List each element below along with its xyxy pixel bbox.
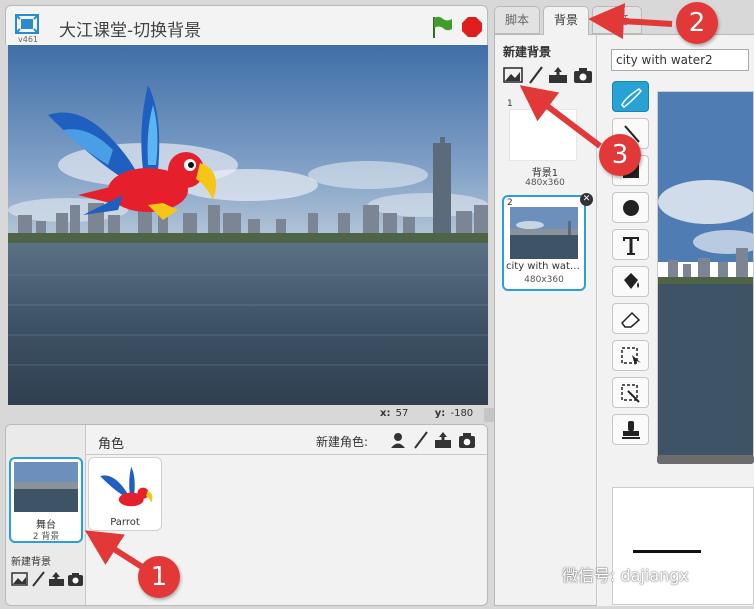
stamp-icon bbox=[622, 421, 640, 439]
upload-backdrop-icon[interactable] bbox=[48, 571, 65, 587]
text-icon bbox=[623, 237, 639, 255]
annotation-badge-3: 3 bbox=[599, 134, 641, 176]
x-label: x: bbox=[380, 408, 391, 419]
camera-backdrop-icon[interactable] bbox=[573, 66, 593, 84]
backdrop-index: 1 bbox=[507, 99, 513, 109]
line-width-indicator[interactable] bbox=[633, 550, 701, 553]
stage-thumbnail-image bbox=[14, 462, 78, 512]
delete-backdrop-icon[interactable]: ✕ bbox=[580, 193, 593, 206]
stamp-tool[interactable] bbox=[612, 414, 649, 445]
y-label: y: bbox=[434, 408, 446, 419]
select-tool[interactable] bbox=[612, 340, 649, 371]
project-title[interactable]: 大江课堂-切换背景 bbox=[59, 16, 201, 41]
green-flag-icon[interactable] bbox=[431, 15, 453, 39]
stop-sign-icon[interactable] bbox=[462, 17, 482, 37]
fullscreen-icon[interactable] bbox=[15, 14, 39, 34]
tab-sounds[interactable]: 声音 bbox=[592, 6, 642, 34]
choose-sprite-library-icon[interactable] bbox=[389, 431, 407, 449]
new-backdrop-label: 新建背景 bbox=[11, 557, 51, 568]
stage-header: v461 大江课堂-切换背景 bbox=[5, 5, 488, 45]
choose-backdrop-library-icon[interactable] bbox=[503, 66, 523, 84]
fill-tool[interactable] bbox=[612, 266, 649, 297]
watermark: 微信号: dajiangx bbox=[562, 566, 689, 585]
upload-backdrop-icon[interactable] bbox=[548, 66, 568, 84]
parrot-sprite[interactable] bbox=[38, 75, 218, 225]
choose-backdrop-library-icon[interactable] bbox=[11, 571, 28, 587]
stage-canvas[interactable] bbox=[8, 45, 488, 405]
x-value: 57 bbox=[395, 408, 409, 419]
sprite-pane: 舞台 2 背景 新建背景 角色 新建角色: Parrot bbox=[5, 424, 488, 606]
stage-column: 舞台 2 背景 新建背景 bbox=[6, 425, 86, 605]
backdrop-size: 480x360 bbox=[525, 178, 565, 188]
canvas-scrollbar[interactable] bbox=[657, 455, 754, 464]
paint-editor bbox=[597, 34, 754, 606]
brush-icon bbox=[621, 88, 643, 108]
backdrop-list-pane: 新建背景 1 背景1 480x360 2 ✕ city with water2 … bbox=[494, 34, 597, 606]
eraser-icon bbox=[621, 311, 641, 328]
canvas-backdrop-image bbox=[658, 92, 753, 460]
y-value: -180 bbox=[450, 408, 474, 419]
version-label: v461 bbox=[18, 35, 39, 44]
annotation-badge-1: 1 bbox=[138, 556, 180, 598]
parrot-thumbnail-image bbox=[100, 466, 153, 507]
ellipse-tool[interactable] bbox=[612, 192, 649, 223]
magic-wand-icon bbox=[621, 384, 640, 403]
backdrop-name: 背景1 bbox=[531, 168, 559, 179]
paint-sprite-icon[interactable] bbox=[412, 431, 430, 449]
magic-wand-tool[interactable] bbox=[612, 377, 649, 408]
new-sprite-label: 新建角色: bbox=[316, 435, 369, 449]
mouse-coordinates: x: 57 y: -180 bbox=[380, 408, 473, 419]
backdrop-thumbnail-1[interactable] bbox=[509, 109, 577, 161]
paint-backdrop-icon[interactable] bbox=[526, 66, 546, 84]
backdrop-name: city with water2 bbox=[506, 261, 584, 272]
sprite-thumbnail-parrot[interactable]: Parrot bbox=[88, 457, 162, 531]
ellipse-icon bbox=[623, 200, 639, 216]
tab-backdrops[interactable]: 背景 bbox=[543, 6, 589, 35]
backdrop-size: 480x360 bbox=[524, 275, 564, 285]
backdrop-thumbnail-image bbox=[510, 207, 578, 259]
tab-scripts[interactable]: 脚本 bbox=[494, 6, 540, 34]
paint-canvas[interactable] bbox=[657, 91, 754, 461]
paint-bucket-icon bbox=[624, 273, 639, 289]
paint-backdrop-icon[interactable] bbox=[30, 571, 47, 587]
eraser-tool[interactable] bbox=[612, 303, 649, 334]
sprite-name: Parrot bbox=[110, 517, 140, 528]
annotation-badge-2: 2 bbox=[676, 2, 718, 44]
stage-collapse-handle[interactable] bbox=[484, 408, 494, 422]
camera-backdrop-icon[interactable] bbox=[67, 571, 84, 587]
text-tool[interactable] bbox=[612, 229, 649, 260]
select-icon bbox=[621, 347, 641, 365]
sprite-header: 角色 新建角色: bbox=[86, 425, 487, 455]
new-backdrop-title: 新建背景 bbox=[503, 45, 552, 59]
backdrop-count: 2 背景 bbox=[32, 532, 60, 542]
backdrop-thumbnail-2[interactable]: 2 ✕ city with water2 480x360 bbox=[502, 193, 593, 291]
brush-tool[interactable] bbox=[612, 81, 649, 112]
camera-sprite-icon[interactable] bbox=[458, 431, 476, 449]
backdrop-name-input[interactable] bbox=[611, 49, 749, 71]
sprites-title: 角色 bbox=[98, 437, 125, 452]
stage-thumbnail[interactable]: 舞台 2 背景 bbox=[9, 457, 83, 543]
upload-sprite-icon[interactable] bbox=[434, 431, 452, 449]
color-swatch-area[interactable] bbox=[612, 487, 754, 605]
